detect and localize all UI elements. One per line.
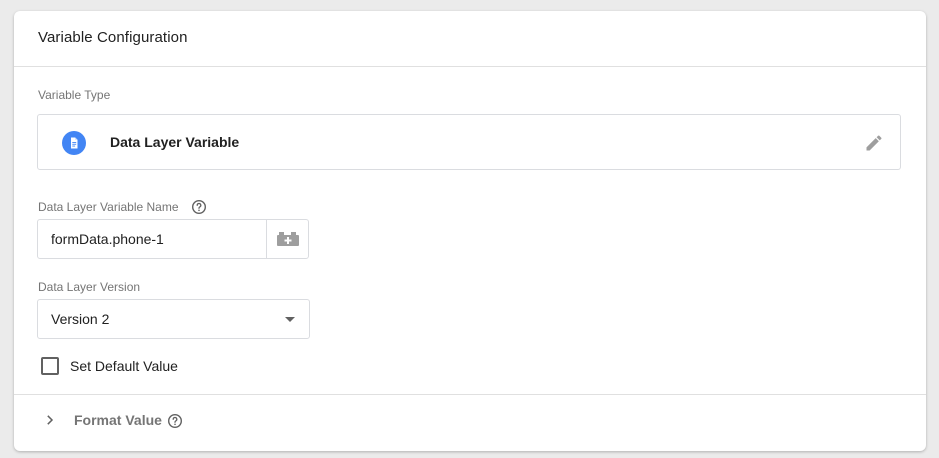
dropdown-arrow-icon <box>285 317 295 322</box>
format-value-label: Format Value <box>74 412 162 428</box>
variable-type-label: Variable Type <box>38 88 111 102</box>
card-header: Variable Configuration <box>14 11 926 67</box>
variable-brick-icon <box>277 232 299 246</box>
default-value-label[interactable]: Set Default Value <box>70 358 178 374</box>
variable-configuration-card: Variable Configuration Variable Type Dat… <box>14 11 926 451</box>
help-icon[interactable] <box>191 199 207 215</box>
version-selected-value: Version 2 <box>51 311 110 327</box>
variable-type-selector[interactable]: Data Layer Variable <box>37 114 901 170</box>
help-icon[interactable] <box>167 413 183 429</box>
section-divider <box>14 394 926 395</box>
variable-name-label: Data Layer Variable Name <box>38 200 179 214</box>
variable-picker-button[interactable] <box>266 220 308 258</box>
card-title: Variable Configuration <box>38 29 188 46</box>
version-select[interactable]: Version 2 <box>37 299 310 339</box>
version-label: Data Layer Version <box>38 280 141 294</box>
document-icon <box>62 131 86 155</box>
default-value-checkbox[interactable] <box>41 357 59 375</box>
variable-name-input[interactable] <box>38 220 267 258</box>
variable-name-field <box>37 219 309 259</box>
variable-type-name: Data Layer Variable <box>110 134 240 150</box>
chevron-right-icon <box>47 415 54 425</box>
pencil-icon[interactable] <box>864 133 884 153</box>
